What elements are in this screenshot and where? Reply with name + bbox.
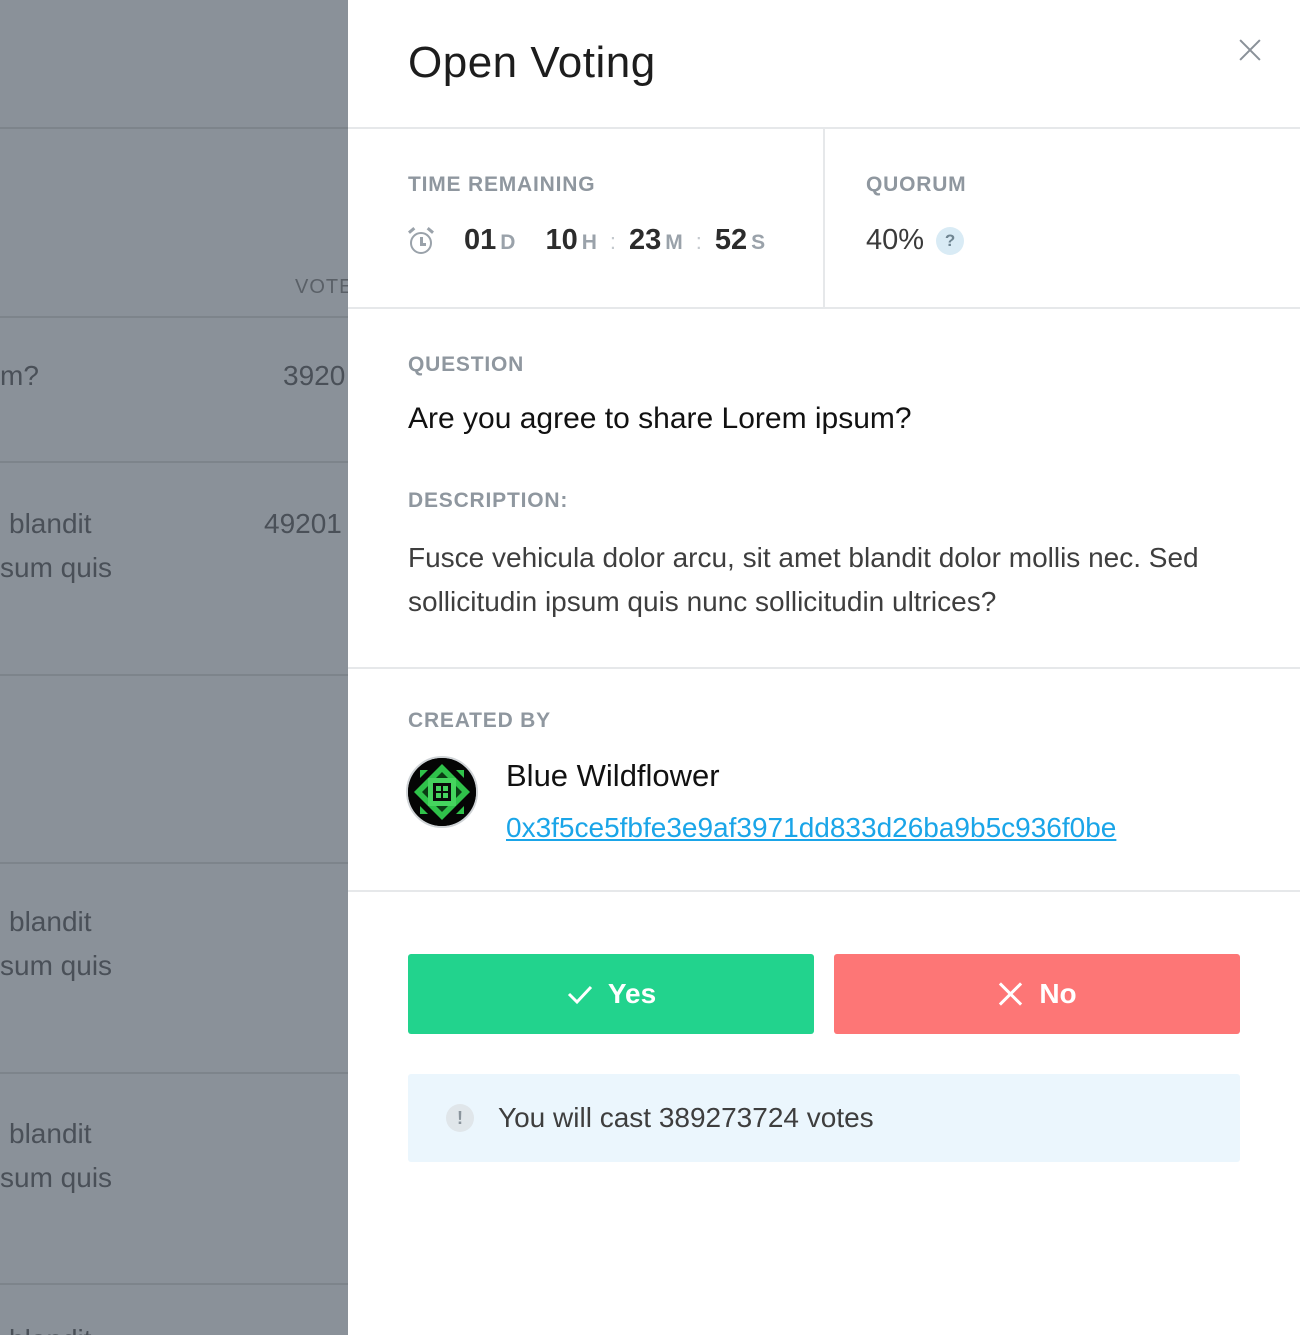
description-label: DESCRIPTION: [408, 489, 569, 512]
vote-info-text: You will cast 389273724 votes [498, 1102, 874, 1133]
divider [823, 128, 825, 308]
table-cell-description: blandit [9, 1318, 92, 1335]
countdown-separator: : [609, 229, 616, 254]
table-divider [0, 1072, 348, 1074]
table-cell-description: sum quis [0, 950, 113, 981]
close-icon [997, 981, 1023, 1007]
table-cell-description: sum quis [0, 552, 113, 583]
table-cell-votes: 3920 [283, 360, 346, 391]
quorum-value: 40% [866, 224, 925, 256]
check-icon [567, 985, 592, 1005]
help-icon[interactable]: ? [936, 226, 965, 255]
divider [348, 890, 1300, 892]
vote-no-label: No [1039, 978, 1077, 1009]
creator-name: Blue Wildflower [506, 758, 720, 793]
vote-no-button[interactable]: No [834, 954, 1240, 1034]
table-divider [0, 316, 348, 318]
creator-address-link[interactable]: 0x3f5ce5fbfe3e9af3971dd833d26ba9b5c936f0… [506, 812, 1116, 844]
avatar [406, 756, 478, 828]
countdown-days-unit: D [500, 231, 516, 254]
table-cell-description: sum quis [0, 1162, 113, 1193]
vote-yes-label: Yes [607, 978, 657, 1009]
question-text: Are you agree to share Lorem ipsum? [408, 402, 912, 435]
table-divider [0, 1283, 348, 1285]
countdown-days: 01 [464, 224, 497, 256]
countdown-hours-unit: H [581, 231, 597, 254]
countdown-hours: 10 [545, 224, 578, 256]
table-divider [0, 127, 348, 129]
voting-side-panel: Open Voting TIME REMAINING 01 D 10 H : 2… [348, 0, 1300, 1335]
background-table-overlay: VOTE m? 3920 blandit sum quis 49201 blan… [0, 0, 348, 1335]
close-icon[interactable] [1236, 36, 1264, 64]
time-remaining-label: TIME REMAINING [408, 173, 596, 196]
table-divider [0, 461, 348, 463]
panel-title: Open Voting [408, 38, 656, 87]
vote-yes-button[interactable]: Yes [408, 954, 814, 1034]
countdown-minutes: 23 [629, 224, 662, 256]
table-divider [0, 674, 348, 676]
table-header-votes: VOTE [295, 276, 348, 298]
table-cell-votes: 49201 [264, 508, 342, 539]
quorum-label: QUORUM [866, 173, 967, 196]
countdown-separator: : [695, 229, 702, 254]
countdown-timer: 01 D 10 H : 23 M : 52 S [408, 224, 765, 260]
quorum-value-row: 40% ? [866, 224, 965, 257]
vote-info-banner: ! You will cast 389273724 votes [408, 1074, 1240, 1162]
table-cell-description: blandit [9, 906, 92, 937]
table-cell-description: blandit [9, 1118, 92, 1149]
alarm-clock-icon [408, 227, 434, 255]
table-cell-question: m? [0, 360, 39, 391]
divider [348, 307, 1300, 309]
created-by-label: CREATED BY [408, 709, 551, 732]
countdown-seconds: 52 [714, 224, 748, 256]
question-label: QUESTION [408, 353, 525, 376]
table-divider [0, 862, 348, 864]
countdown-seconds-unit: S [751, 231, 766, 254]
exclamation-icon: ! [446, 1104, 474, 1132]
countdown-minutes-unit: M [665, 231, 683, 254]
divider [348, 667, 1300, 669]
table-cell-description: blandit [9, 508, 92, 539]
description-text: Fusce vehicula dolor arcu, sit amet blan… [408, 542, 1199, 617]
